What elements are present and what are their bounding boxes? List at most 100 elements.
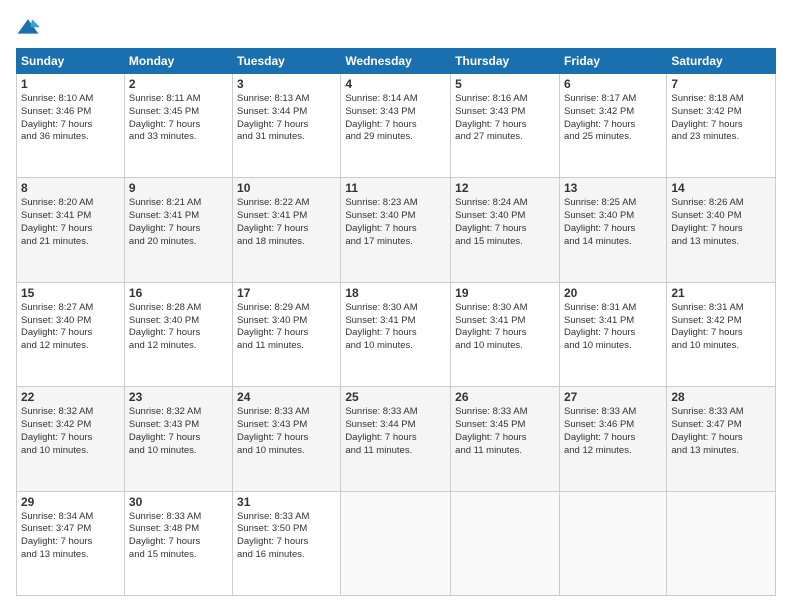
day-info: Sunrise: 8:32 AMSunset: 3:43 PMDaylight:… <box>129 406 201 455</box>
day-info: Sunrise: 8:28 AMSunset: 3:40 PMDaylight:… <box>129 302 201 351</box>
calendar-cell: 3 Sunrise: 8:13 AMSunset: 3:44 PMDayligh… <box>233 74 341 178</box>
calendar-header-wednesday: Wednesday <box>341 49 451 74</box>
day-number: 25 <box>345 390 446 404</box>
calendar-cell: 28 Sunrise: 8:33 AMSunset: 3:47 PMDaylig… <box>667 387 776 491</box>
day-info: Sunrise: 8:34 AMSunset: 3:47 PMDaylight:… <box>21 511 93 560</box>
day-info: Sunrise: 8:26 AMSunset: 3:40 PMDaylight:… <box>671 197 743 246</box>
day-number: 30 <box>129 495 228 509</box>
calendar-cell: 7 Sunrise: 8:18 AMSunset: 3:42 PMDayligh… <box>667 74 776 178</box>
day-info: Sunrise: 8:33 AMSunset: 3:44 PMDaylight:… <box>345 406 417 455</box>
calendar-header-monday: Monday <box>124 49 232 74</box>
day-info: Sunrise: 8:23 AMSunset: 3:40 PMDaylight:… <box>345 197 417 246</box>
day-number: 6 <box>564 77 662 91</box>
calendar-cell: 14 Sunrise: 8:26 AMSunset: 3:40 PMDaylig… <box>667 178 776 282</box>
calendar-header-friday: Friday <box>559 49 666 74</box>
day-info: Sunrise: 8:18 AMSunset: 3:42 PMDaylight:… <box>671 93 743 142</box>
logo <box>16 16 44 40</box>
day-number: 5 <box>455 77 555 91</box>
calendar-cell: 27 Sunrise: 8:33 AMSunset: 3:46 PMDaylig… <box>559 387 666 491</box>
day-number: 20 <box>564 286 662 300</box>
calendar-cell: 8 Sunrise: 8:20 AMSunset: 3:41 PMDayligh… <box>17 178 125 282</box>
day-info: Sunrise: 8:13 AMSunset: 3:44 PMDaylight:… <box>237 93 309 142</box>
day-number: 31 <box>237 495 336 509</box>
day-info: Sunrise: 8:16 AMSunset: 3:43 PMDaylight:… <box>455 93 527 142</box>
day-number: 16 <box>129 286 228 300</box>
logo-icon <box>16 16 40 40</box>
calendar-cell: 9 Sunrise: 8:21 AMSunset: 3:41 PMDayligh… <box>124 178 232 282</box>
day-number: 7 <box>671 77 771 91</box>
calendar-cell: 29 Sunrise: 8:34 AMSunset: 3:47 PMDaylig… <box>17 491 125 595</box>
calendar-cell: 25 Sunrise: 8:33 AMSunset: 3:44 PMDaylig… <box>341 387 451 491</box>
day-number: 4 <box>345 77 446 91</box>
day-info: Sunrise: 8:24 AMSunset: 3:40 PMDaylight:… <box>455 197 527 246</box>
calendar-cell: 19 Sunrise: 8:30 AMSunset: 3:41 PMDaylig… <box>451 282 560 386</box>
day-info: Sunrise: 8:33 AMSunset: 3:45 PMDaylight:… <box>455 406 527 455</box>
day-number: 28 <box>671 390 771 404</box>
day-info: Sunrise: 8:22 AMSunset: 3:41 PMDaylight:… <box>237 197 309 246</box>
day-number: 2 <box>129 77 228 91</box>
day-number: 24 <box>237 390 336 404</box>
calendar-week-5: 29 Sunrise: 8:34 AMSunset: 3:47 PMDaylig… <box>17 491 776 595</box>
day-info: Sunrise: 8:11 AMSunset: 3:45 PMDaylight:… <box>129 93 201 142</box>
day-number: 19 <box>455 286 555 300</box>
calendar-cell: 4 Sunrise: 8:14 AMSunset: 3:43 PMDayligh… <box>341 74 451 178</box>
day-info: Sunrise: 8:33 AMSunset: 3:43 PMDaylight:… <box>237 406 309 455</box>
day-info: Sunrise: 8:10 AMSunset: 3:46 PMDaylight:… <box>21 93 93 142</box>
calendar-cell: 20 Sunrise: 8:31 AMSunset: 3:41 PMDaylig… <box>559 282 666 386</box>
calendar-cell: 21 Sunrise: 8:31 AMSunset: 3:42 PMDaylig… <box>667 282 776 386</box>
day-number: 14 <box>671 181 771 195</box>
calendar-week-2: 8 Sunrise: 8:20 AMSunset: 3:41 PMDayligh… <box>17 178 776 282</box>
day-number: 22 <box>21 390 120 404</box>
day-info: Sunrise: 8:33 AMSunset: 3:46 PMDaylight:… <box>564 406 636 455</box>
day-number: 10 <box>237 181 336 195</box>
day-number: 17 <box>237 286 336 300</box>
page: SundayMondayTuesdayWednesdayThursdayFrid… <box>0 0 792 612</box>
day-info: Sunrise: 8:21 AMSunset: 3:41 PMDaylight:… <box>129 197 201 246</box>
calendar-cell: 6 Sunrise: 8:17 AMSunset: 3:42 PMDayligh… <box>559 74 666 178</box>
day-number: 8 <box>21 181 120 195</box>
calendar-cell: 11 Sunrise: 8:23 AMSunset: 3:40 PMDaylig… <box>341 178 451 282</box>
calendar-cell <box>451 491 560 595</box>
day-info: Sunrise: 8:17 AMSunset: 3:42 PMDaylight:… <box>564 93 636 142</box>
day-number: 27 <box>564 390 662 404</box>
day-number: 9 <box>129 181 228 195</box>
day-number: 18 <box>345 286 446 300</box>
day-info: Sunrise: 8:30 AMSunset: 3:41 PMDaylight:… <box>455 302 527 351</box>
calendar-header-saturday: Saturday <box>667 49 776 74</box>
day-number: 3 <box>237 77 336 91</box>
calendar-cell: 2 Sunrise: 8:11 AMSunset: 3:45 PMDayligh… <box>124 74 232 178</box>
calendar-cell: 17 Sunrise: 8:29 AMSunset: 3:40 PMDaylig… <box>233 282 341 386</box>
day-info: Sunrise: 8:30 AMSunset: 3:41 PMDaylight:… <box>345 302 417 351</box>
calendar-cell: 1 Sunrise: 8:10 AMSunset: 3:46 PMDayligh… <box>17 74 125 178</box>
day-info: Sunrise: 8:20 AMSunset: 3:41 PMDaylight:… <box>21 197 93 246</box>
day-number: 11 <box>345 181 446 195</box>
day-number: 12 <box>455 181 555 195</box>
day-number: 23 <box>129 390 228 404</box>
day-number: 29 <box>21 495 120 509</box>
calendar-cell: 12 Sunrise: 8:24 AMSunset: 3:40 PMDaylig… <box>451 178 560 282</box>
day-info: Sunrise: 8:29 AMSunset: 3:40 PMDaylight:… <box>237 302 309 351</box>
calendar-cell: 16 Sunrise: 8:28 AMSunset: 3:40 PMDaylig… <box>124 282 232 386</box>
calendar-header-thursday: Thursday <box>451 49 560 74</box>
calendar-cell: 13 Sunrise: 8:25 AMSunset: 3:40 PMDaylig… <box>559 178 666 282</box>
day-number: 26 <box>455 390 555 404</box>
calendar-cell: 15 Sunrise: 8:27 AMSunset: 3:40 PMDaylig… <box>17 282 125 386</box>
day-info: Sunrise: 8:14 AMSunset: 3:43 PMDaylight:… <box>345 93 417 142</box>
calendar-cell <box>341 491 451 595</box>
day-info: Sunrise: 8:33 AMSunset: 3:50 PMDaylight:… <box>237 511 309 560</box>
calendar-cell: 31 Sunrise: 8:33 AMSunset: 3:50 PMDaylig… <box>233 491 341 595</box>
day-number: 1 <box>21 77 120 91</box>
calendar-cell: 26 Sunrise: 8:33 AMSunset: 3:45 PMDaylig… <box>451 387 560 491</box>
header <box>16 16 776 40</box>
calendar-cell: 30 Sunrise: 8:33 AMSunset: 3:48 PMDaylig… <box>124 491 232 595</box>
day-number: 13 <box>564 181 662 195</box>
day-info: Sunrise: 8:27 AMSunset: 3:40 PMDaylight:… <box>21 302 93 351</box>
calendar-week-1: 1 Sunrise: 8:10 AMSunset: 3:46 PMDayligh… <box>17 74 776 178</box>
calendar-cell: 5 Sunrise: 8:16 AMSunset: 3:43 PMDayligh… <box>451 74 560 178</box>
calendar-cell: 24 Sunrise: 8:33 AMSunset: 3:43 PMDaylig… <box>233 387 341 491</box>
calendar-week-3: 15 Sunrise: 8:27 AMSunset: 3:40 PMDaylig… <box>17 282 776 386</box>
calendar-table: SundayMondayTuesdayWednesdayThursdayFrid… <box>16 48 776 596</box>
calendar-cell: 10 Sunrise: 8:22 AMSunset: 3:41 PMDaylig… <box>233 178 341 282</box>
calendar-header-row: SundayMondayTuesdayWednesdayThursdayFrid… <box>17 49 776 74</box>
day-info: Sunrise: 8:33 AMSunset: 3:48 PMDaylight:… <box>129 511 201 560</box>
